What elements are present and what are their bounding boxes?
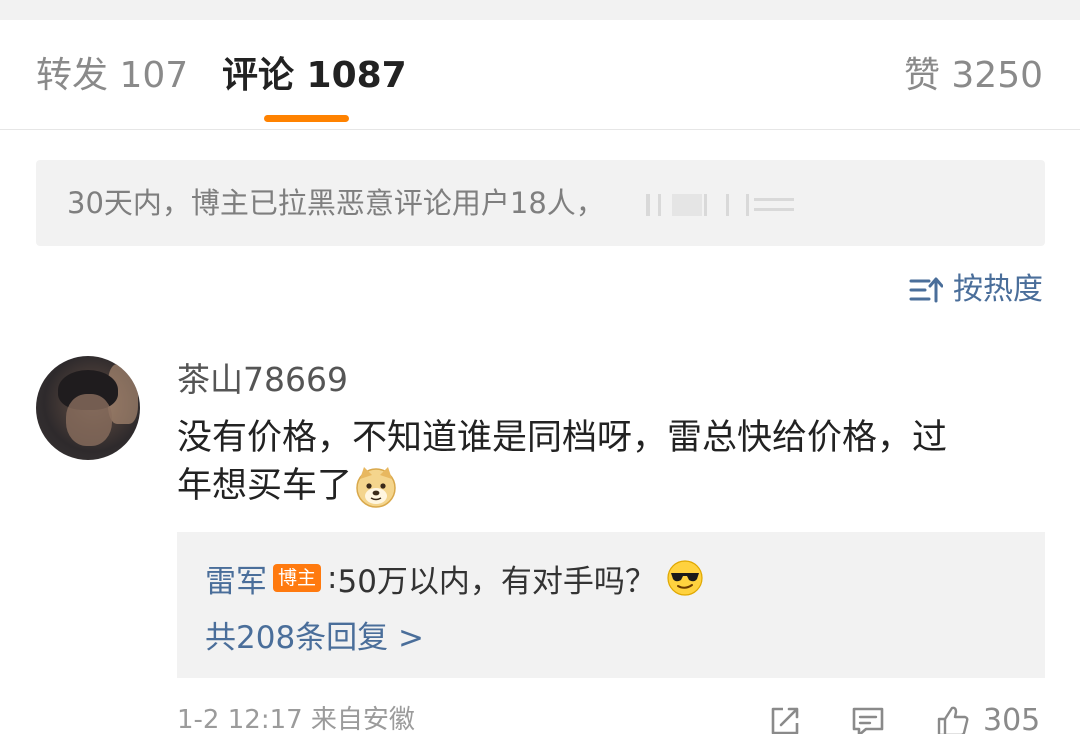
active-tab-indicator (264, 115, 349, 122)
comment-text-line-1: 没有价格，不知道谁是同档呀，雷总快给价格，过 (177, 418, 948, 458)
sort-icon (909, 277, 943, 303)
sort-label: 按热度 (953, 272, 1043, 307)
comment-text-line-2-text: 年想买车了 (177, 466, 353, 506)
share-icon (771, 707, 799, 734)
comment-footer: 1-2 12:17 来自安徽 305 (177, 703, 1045, 734)
like-icon (937, 706, 969, 734)
cool-sunglasses-emoji-icon (667, 560, 703, 596)
comment-meta: 1-2 12:17 来自安徽 (177, 705, 415, 734)
comment-username[interactable]: 茶山78669 (177, 360, 348, 400)
reply-text: 50万以内，有对手吗？ (337, 563, 656, 600)
author-badge: 博主 (273, 564, 322, 592)
like-count: 305 (983, 703, 1041, 734)
blocked-users-notice: 30天内，博主已拉黑恶意评论用户18人， (36, 160, 1045, 246)
sort-by-hot-button[interactable]: 按热度 (909, 270, 1043, 310)
reply-colon: : (327, 560, 338, 596)
tab-comments[interactable]: 评论 1087 (222, 56, 407, 96)
reply-author[interactable]: 雷军 (205, 556, 267, 601)
comment-text-line-2: 年想买车了 (177, 462, 1047, 510)
like-button[interactable]: 305 (935, 703, 1040, 734)
tab-repost[interactable]: 转发 107 (36, 56, 188, 96)
comment-icon (852, 707, 884, 734)
top-reply: 雷军 博主 : 50万以内，有对手吗？ (205, 556, 704, 601)
doge-emoji-icon (356, 467, 396, 508)
reply-preview[interactable]: 雷军 博主 : 50万以内，有对手吗？ 共208条回复 > (177, 532, 1045, 678)
notice-redacted-link[interactable] (646, 194, 796, 216)
share-button[interactable] (767, 703, 803, 734)
notice-text: 30天内，博主已拉黑恶意评论用户18人， (67, 186, 605, 220)
comment-text: 没有价格，不知道谁是同档呀，雷总快给价格，过 年想买车了 (177, 414, 1047, 510)
tab-likes[interactable]: 赞 3250 (904, 56, 1043, 96)
tab-bar: 转发 107 评论 1087 赞 3250 (0, 20, 1080, 130)
top-strip (0, 0, 1080, 20)
reply-button[interactable] (850, 703, 886, 734)
avatar[interactable] (36, 356, 140, 460)
view-all-replies-link[interactable]: 共208条回复 > (205, 618, 424, 658)
